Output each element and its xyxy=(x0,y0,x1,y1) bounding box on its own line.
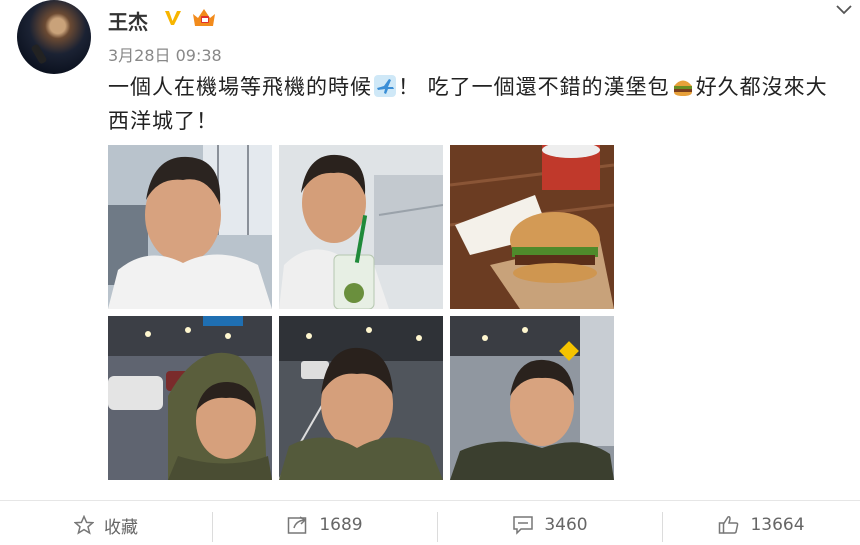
photo-selfie-hooded[interactable] xyxy=(108,316,272,480)
repost-icon xyxy=(287,515,309,535)
avatar[interactable] xyxy=(17,0,91,74)
photo-selfie-airport-1[interactable] xyxy=(108,145,272,309)
thumbs-up-icon xyxy=(718,515,740,535)
like-count: 13664 xyxy=(750,515,805,535)
verified-v-icon xyxy=(163,8,183,28)
star-icon xyxy=(74,515,94,535)
repost-count: 1689 xyxy=(319,515,363,535)
vip-crown-icon[interactable] xyxy=(191,6,217,30)
comment-icon xyxy=(512,515,534,535)
post-text-part1: 一個人在機場等飛機的時候 xyxy=(108,75,372,99)
chevron-down-icon[interactable] xyxy=(836,0,852,15)
hamburger-icon xyxy=(672,73,694,96)
favorite-label: 收藏 xyxy=(104,517,138,538)
comment-count: 3460 xyxy=(544,515,588,535)
like-button[interactable]: 13664 xyxy=(663,505,860,545)
post-text: 一個人在機場等飛機的時候！ 吃了一個還不錯的漢堡包 好久都沒來大西洋城了！ xyxy=(108,70,848,138)
photo-burger[interactable] xyxy=(450,145,614,309)
photo-selfie-garage[interactable] xyxy=(279,316,443,480)
repost-button[interactable]: 1689 xyxy=(213,505,437,545)
action-bar-divider xyxy=(0,500,860,501)
post-text-part2: ！ 吃了一個還不錯的漢堡包 xyxy=(398,75,670,99)
photo-selfie-drink[interactable] xyxy=(279,145,443,309)
comment-button[interactable]: 3460 xyxy=(438,505,662,545)
post-timestamp[interactable]: 3月28日 09:38 xyxy=(108,42,222,66)
username[interactable]: 王杰 xyxy=(108,6,148,35)
microphone-shape xyxy=(30,43,48,65)
favorite-button[interactable]: 收藏 xyxy=(0,505,212,545)
airplane-icon xyxy=(374,73,396,97)
photo-selfie-outside[interactable] xyxy=(450,316,614,480)
